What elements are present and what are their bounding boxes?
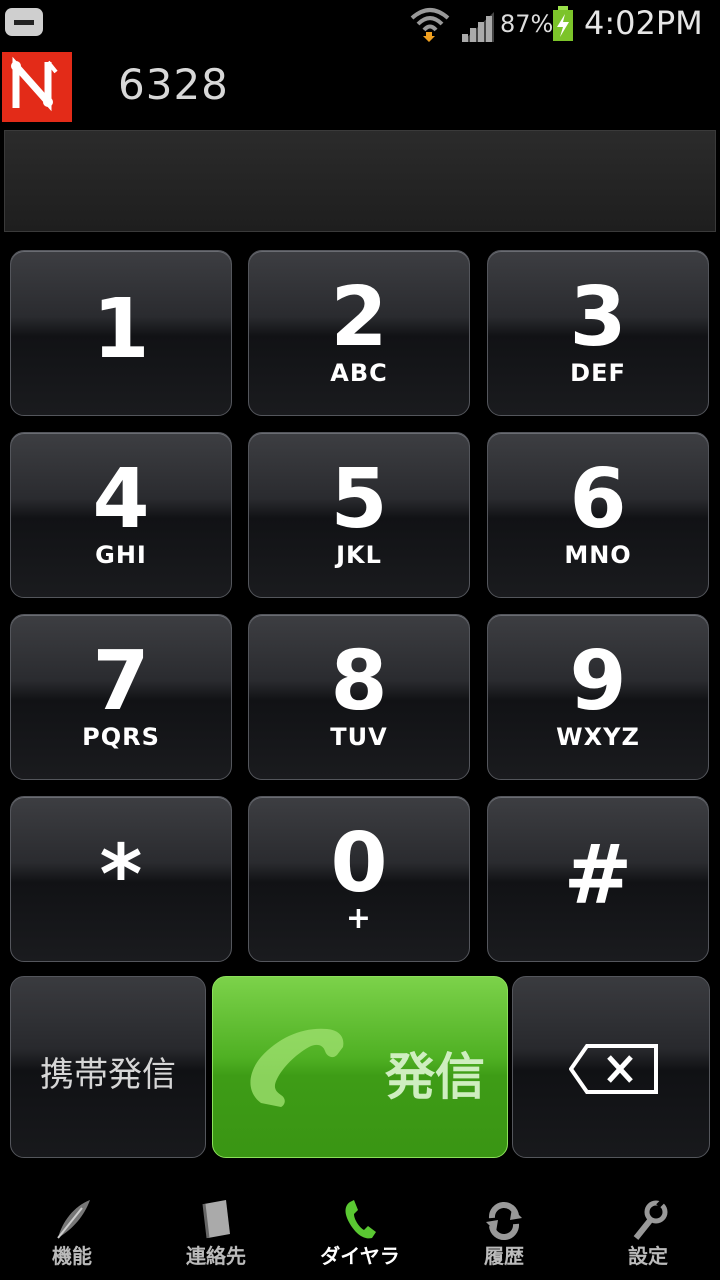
call-label: 発信 <box>385 1048 485 1106</box>
key-letters: JKL <box>336 541 382 569</box>
signal-icon <box>462 12 494 42</box>
mobile-call-label: 携帯発信 <box>40 1055 176 1095</box>
key-digit: * <box>99 828 143 923</box>
app-logo <box>2 52 72 122</box>
key-8[interactable]: 8 TUV <box>248 614 470 780</box>
key-letters: GHI <box>95 541 147 569</box>
key-letters: PQRS <box>82 723 160 751</box>
backspace-icon <box>569 1044 658 1094</box>
nav-item-settings[interactable]: 設定 <box>576 1180 720 1280</box>
clock: 4:02PM <box>584 4 703 42</box>
bottom-nav: 機能 連絡先 ダイヤラ 履歴 設定 <box>0 1180 720 1280</box>
battery-charging-icon <box>553 6 573 41</box>
nav-label: 機能 <box>52 1244 92 1268</box>
key-letters: MNO <box>564 541 632 569</box>
key-star[interactable]: * <box>10 796 232 962</box>
key-digit: 6 <box>569 452 627 547</box>
key-digit: 1 <box>92 282 150 377</box>
nav-item-dialer[interactable]: ダイヤラ <box>288 1180 432 1280</box>
call-button[interactable]: 発信 <box>212 976 508 1158</box>
battery-percent: 87% <box>500 10 554 38</box>
key-5[interactable]: 5 JKL <box>248 432 470 598</box>
logo-n-icon <box>11 56 58 112</box>
key-letters: DEF <box>570 359 626 387</box>
key-letters: WXYZ <box>556 723 640 751</box>
key-digit: 4 <box>92 452 150 547</box>
history-icon <box>486 1202 522 1240</box>
key-6[interactable]: 6 MNO <box>487 432 709 598</box>
notification-icon <box>5 8 43 36</box>
nav-item-contacts[interactable]: 連絡先 <box>144 1180 288 1280</box>
key-1[interactable]: 1 <box>10 250 232 416</box>
key-9[interactable]: 9 WXYZ <box>487 614 709 780</box>
nav-label: 連絡先 <box>186 1244 246 1268</box>
nav-label: 履歴 <box>484 1244 524 1268</box>
key-digit: 0 <box>330 816 388 911</box>
key-letters: ABC <box>330 359 388 387</box>
dialed-number: 6328 <box>118 60 229 109</box>
key-digit: 3 <box>569 270 627 365</box>
backspace-button[interactable] <box>512 976 710 1158</box>
key-digit: 7 <box>92 634 150 729</box>
key-2[interactable]: 2 ABC <box>248 250 470 416</box>
nav-item-history[interactable]: 履歴 <box>432 1180 576 1280</box>
phone-icon <box>345 1200 376 1239</box>
key-hash[interactable]: # <box>487 796 709 962</box>
key-letters: TUV <box>330 723 388 751</box>
wifi-icon <box>410 8 450 42</box>
number-display[interactable] <box>4 130 716 232</box>
key-digit: 8 <box>330 634 388 729</box>
wrench-icon <box>633 1198 668 1240</box>
book-icon <box>202 1200 230 1239</box>
key-digit: 2 <box>330 270 388 365</box>
key-4[interactable]: 4 GHI <box>10 432 232 598</box>
nav-label: ダイヤラ <box>320 1244 400 1268</box>
key-0[interactable]: 0 + <box>248 796 470 962</box>
key-7[interactable]: 7 PQRS <box>10 614 232 780</box>
key-letters: + <box>345 901 373 936</box>
key-digit: 9 <box>569 634 627 729</box>
status-bar: 87% 4:02PM <box>0 0 720 48</box>
key-digit: # <box>563 828 633 923</box>
key-3[interactable]: 3 DEF <box>487 250 709 416</box>
key-digit: 5 <box>330 452 388 547</box>
nav-label: 設定 <box>628 1244 668 1268</box>
mobile-call-button[interactable]: 携帯発信 <box>10 976 206 1158</box>
feather-icon <box>57 1200 90 1239</box>
nav-item-features[interactable]: 機能 <box>0 1180 144 1280</box>
phone-handset-icon <box>250 1028 344 1107</box>
